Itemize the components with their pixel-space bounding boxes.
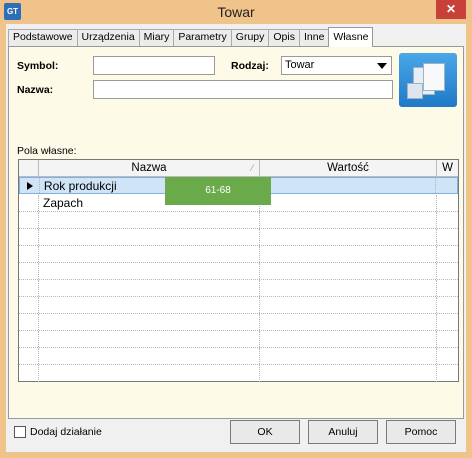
- empty-row: [19, 246, 458, 263]
- empty-row: [19, 365, 458, 382]
- column-header-wartosc[interactable]: Wartość: [260, 160, 437, 176]
- symbol-input[interactable]: [93, 56, 215, 75]
- cell-wartosc[interactable]: [260, 178, 437, 193]
- tab-urzadzenia[interactable]: Urządzenia: [76, 29, 140, 46]
- row-indicator: [19, 195, 39, 211]
- custom-fields-label: Pola własne:: [17, 145, 77, 157]
- product-boxes-icon: [399, 53, 457, 107]
- nazwa-label: Nazwa:: [17, 84, 54, 96]
- sort-icon: ⁄: [251, 163, 253, 173]
- empty-row: [19, 297, 458, 314]
- symbol-label: Symbol:: [17, 60, 59, 72]
- title-bar: GT Towar ✕: [0, 0, 472, 24]
- empty-row: [19, 348, 458, 365]
- tab-parametry[interactable]: Parametry: [173, 29, 232, 46]
- rodzaj-select[interactable]: Towar: [281, 56, 392, 75]
- window-title: Towar: [217, 4, 255, 20]
- help-button[interactable]: Pomoc: [386, 420, 456, 444]
- ok-button[interactable]: OK: [230, 420, 300, 444]
- empty-row: [19, 331, 458, 348]
- tab-grupy[interactable]: Grupy: [230, 29, 270, 46]
- grid-header: Nazwa ⁄ Wartość W: [19, 160, 458, 177]
- add-action-label: Dodaj działanie: [30, 426, 102, 438]
- empty-row: [19, 229, 458, 246]
- tab-miary[interactable]: Miary: [138, 29, 175, 46]
- cell-wartosc[interactable]: [260, 195, 437, 211]
- tab-inne[interactable]: Inne: [298, 29, 330, 46]
- tab-strip: Podstawowe Urządzenia Miary Parametry Gr…: [8, 27, 374, 47]
- nazwa-input[interactable]: [93, 80, 393, 99]
- row-indicator: [20, 178, 40, 193]
- close-button[interactable]: ✕: [436, 0, 466, 19]
- current-row-icon: [27, 182, 33, 190]
- tab-wlasne[interactable]: Własne: [328, 27, 374, 47]
- tab-panel: Symbol: Rodzaj: Towar Nazwa: Pola własne…: [8, 46, 464, 419]
- empty-row: [19, 314, 458, 331]
- rodzaj-label: Rodzaj:: [231, 60, 269, 72]
- tab-podstawowe[interactable]: Podstawowe: [8, 29, 78, 46]
- rodzaj-value: Towar: [285, 59, 315, 71]
- overlay-badge: 61-68: [165, 177, 271, 205]
- grid-header-indicator: [19, 160, 39, 176]
- window-body: Podstawowe Urządzenia Miary Parametry Gr…: [6, 24, 466, 452]
- column-header-nazwa[interactable]: Nazwa ⁄: [39, 160, 260, 176]
- empty-row: [19, 263, 458, 280]
- tab-opis[interactable]: Opis: [268, 29, 300, 46]
- cell-w[interactable]: [437, 195, 458, 211]
- add-action-checkbox[interactable]: [14, 426, 26, 438]
- empty-row: [19, 212, 458, 229]
- cell-w[interactable]: [436, 178, 457, 193]
- chevron-down-icon: [377, 63, 387, 69]
- empty-row: [19, 280, 458, 297]
- column-header-w[interactable]: W: [437, 160, 458, 176]
- cancel-button[interactable]: Anuluj: [308, 420, 378, 444]
